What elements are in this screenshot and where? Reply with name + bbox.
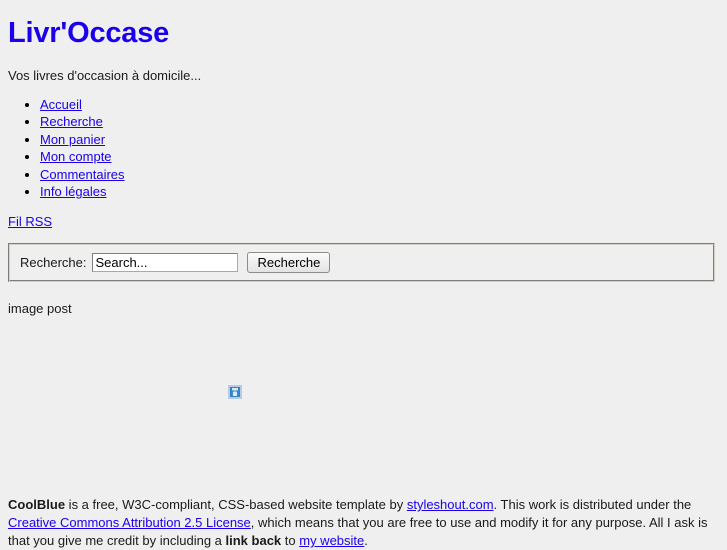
footer-link-styleshout[interactable]: styleshout.com: [407, 497, 494, 512]
search-submit-button[interactable]: Recherche: [247, 252, 331, 273]
search-label: Recherche:: [20, 255, 87, 270]
nav-item-commentaires: Commentaires: [40, 166, 125, 183]
nav-item-mon-compte: Mon compte: [40, 148, 125, 165]
page-root: Livr'Occase Vos livres d'occasion à domi…: [0, 0, 727, 548]
search-form-row: Recherche: Recherche: [20, 252, 331, 273]
page-title: Livr'Occase: [8, 17, 170, 49]
nav-link-info-legales[interactable]: Info légales: [40, 184, 107, 199]
main-navigation: Accueil Recherche Mon panier Mon compte …: [0, 96, 125, 200]
search-form: Recherche: Recherche: [8, 243, 715, 282]
footer-text-4: to: [281, 533, 300, 548]
nav-item-recherche: Recherche: [40, 113, 125, 130]
nav-link-accueil[interactable]: Accueil: [40, 97, 82, 112]
footer-text-1: is a free, W3C-compliant, CSS-based webs…: [65, 497, 407, 512]
nav-item-accueil: Accueil: [40, 96, 125, 113]
nav-link-mon-panier[interactable]: Mon panier: [40, 132, 105, 147]
nav-item-info-legales: Info légales: [40, 183, 125, 200]
nav-link-recherche[interactable]: Recherche: [40, 114, 103, 129]
footer-link-my-website[interactable]: my website: [299, 533, 364, 548]
post-caption: image post: [8, 301, 72, 316]
footer-text-2: . This work is distributed under the: [493, 497, 692, 512]
rss-feed-link[interactable]: Fil RSS: [8, 214, 52, 229]
footer-brand: CoolBlue: [8, 497, 66, 512]
footer-bold-linkback: link back: [225, 533, 282, 548]
nav-link-commentaires[interactable]: Commentaires: [40, 167, 125, 182]
rss-feed-container: Fil RSS: [8, 214, 52, 230]
footer-text-5: .: [364, 533, 368, 548]
footer-link-license[interactable]: Creative Commons Attribution 2.5 License: [8, 515, 251, 530]
site-tagline: Vos livres d'occasion à domicile...: [8, 68, 202, 83]
nav-link-mon-compte[interactable]: Mon compte: [40, 149, 112, 164]
broken-image-icon[interactable]: [228, 385, 242, 399]
search-input[interactable]: [92, 253, 239, 272]
footer-text: CoolBlue is a free, W3C-compliant, CSS-b…: [8, 496, 718, 550]
nav-item-mon-panier: Mon panier: [40, 131, 125, 148]
